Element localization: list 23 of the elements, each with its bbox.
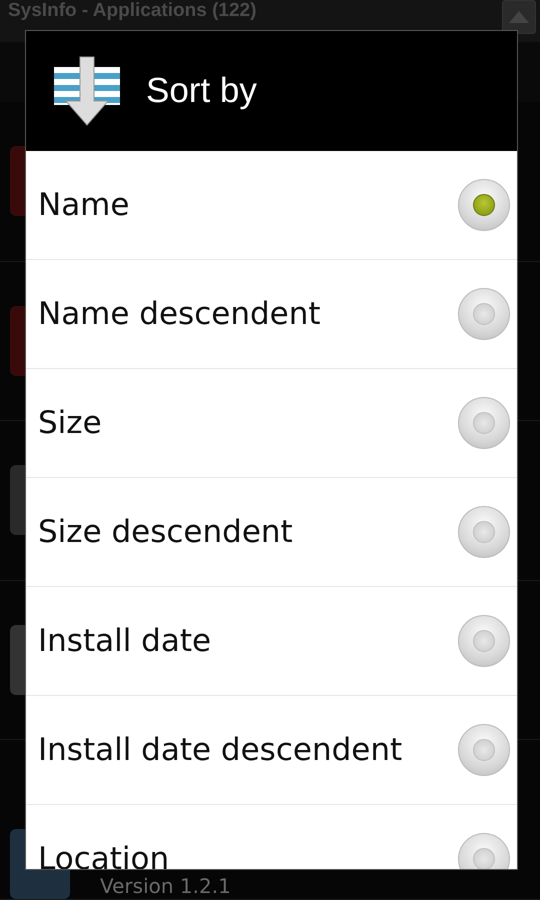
sort-option[interactable]: Name descendent [26,260,517,369]
option-label: Name descendent [38,296,321,332]
radio-button[interactable] [458,288,510,340]
radio-button[interactable] [458,615,510,667]
sort-icon [52,55,122,127]
radio-button[interactable] [458,179,510,231]
radio-button[interactable] [458,506,510,558]
sort-option[interactable]: Size descendent [26,478,517,587]
sort-option[interactable]: Size [26,369,517,478]
option-label: Install date descendent [38,732,402,768]
option-label: Install date [38,623,212,659]
dialog-title: Sort by [146,71,257,111]
sort-option[interactable]: Name [26,151,517,260]
up-arrow-icon [508,10,530,24]
option-label: Size [38,405,102,441]
radio-button[interactable] [458,397,510,449]
option-label: Size descendent [38,514,293,550]
radio-button[interactable] [458,724,510,776]
version-text: Version 1.2.1 [100,872,231,899]
sort-option[interactable]: Install date descendent [26,696,517,805]
option-label: Name [38,187,130,223]
sort-option[interactable]: Install date [26,587,517,696]
collapse-button[interactable] [502,0,536,34]
